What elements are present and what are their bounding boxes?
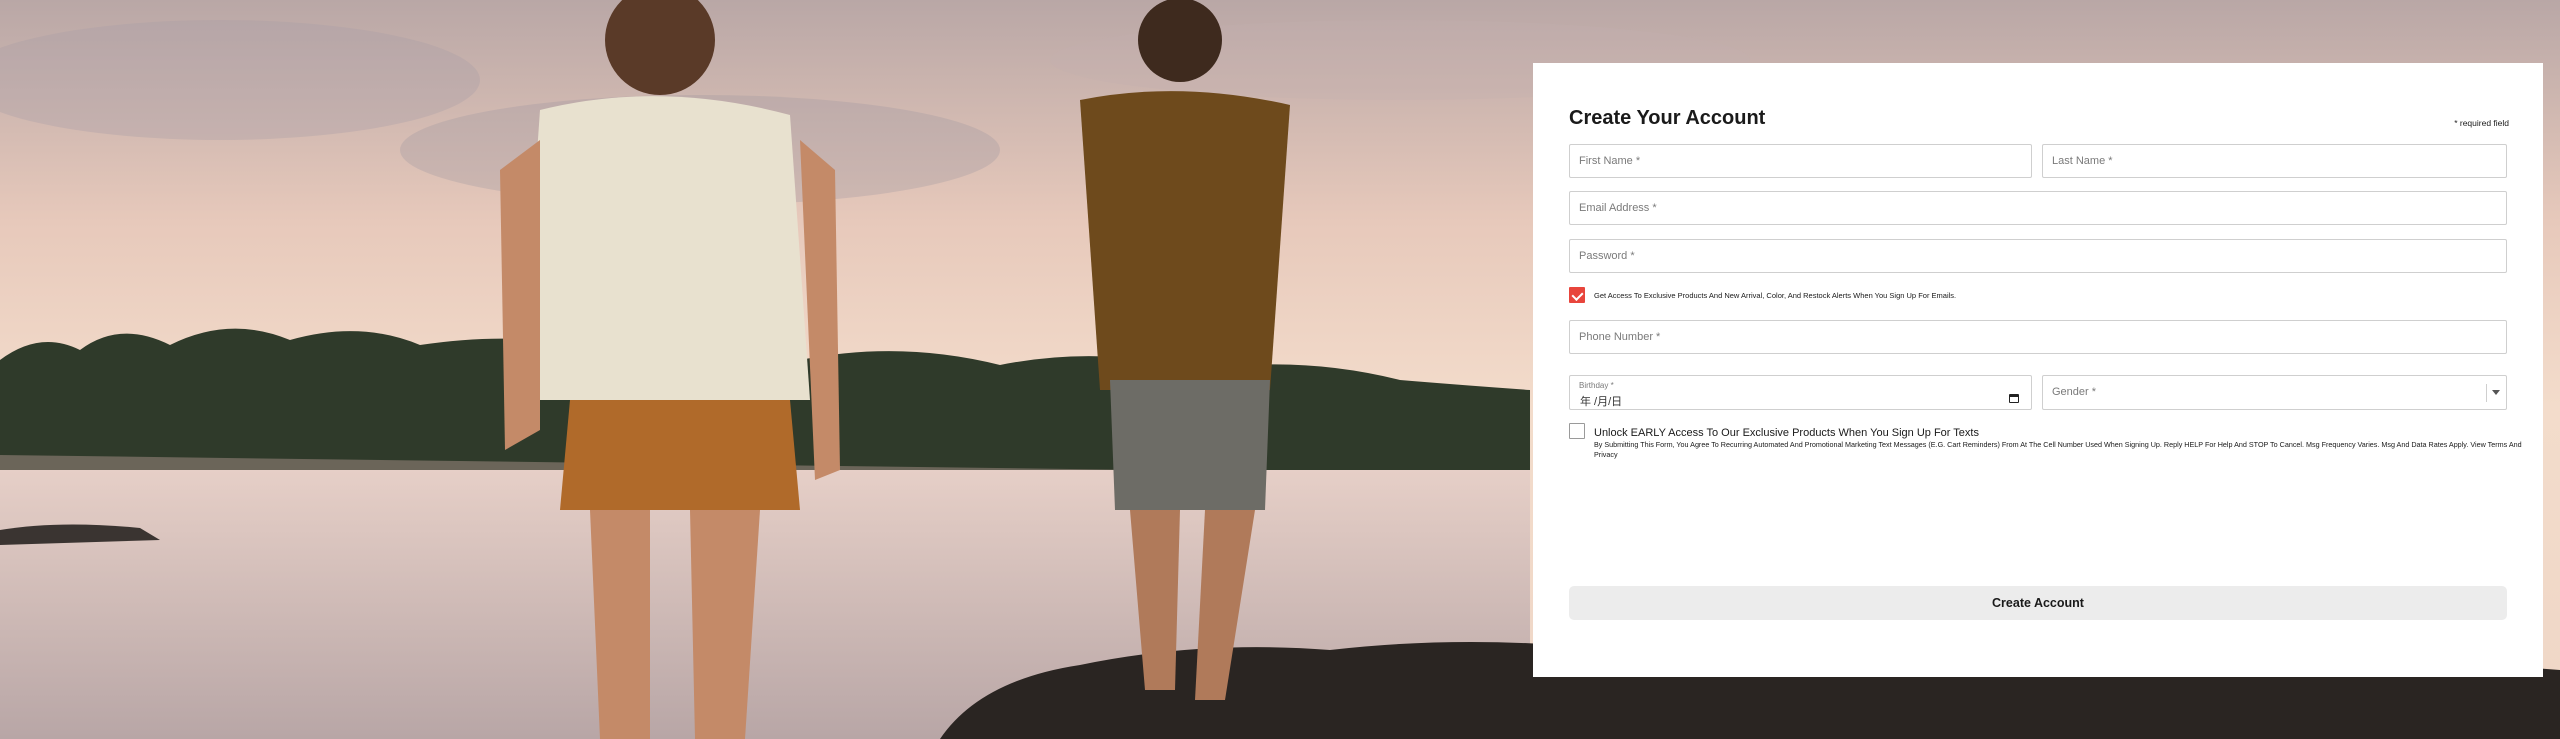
chevron-down-icon[interactable] [2492, 390, 2500, 395]
last-name-field[interactable] [2042, 144, 2507, 178]
select-divider [2486, 384, 2487, 402]
birthday-date-value[interactable]: 年 /月/日 [1580, 393, 1622, 409]
checkmark-icon [1571, 288, 1584, 302]
email-opt-in-label: Get Access To Exclusive Products And New… [1594, 291, 1957, 300]
password-input[interactable] [1579, 240, 2495, 272]
first-name-field[interactable] [1569, 144, 2032, 178]
text-opt-in-label: Unlock EARLY Access To Our Exclusive Pro… [1594, 427, 1979, 439]
text-opt-in-checkbox[interactable] [1569, 423, 1585, 439]
gender-placeholder: Gender * [2052, 386, 2097, 398]
required-field-note: * required field [2454, 118, 2509, 128]
page-title: Create Your Account [1569, 107, 1766, 129]
calendar-icon[interactable] [2009, 394, 2019, 403]
email-input[interactable] [1579, 192, 2495, 224]
password-field[interactable] [1569, 239, 2507, 273]
birthday-field[interactable]: Birthday * 年 /月/日 [1569, 375, 2032, 410]
create-account-panel: Create Your Account * required field Get… [1533, 63, 2543, 677]
first-name-input[interactable] [1579, 145, 2020, 177]
create-account-button[interactable]: Create Account [1569, 586, 2507, 620]
email-field[interactable] [1569, 191, 2507, 225]
phone-input[interactable] [1579, 321, 2495, 353]
gender-select[interactable]: Gender * [2042, 375, 2507, 410]
last-name-input[interactable] [2052, 145, 2495, 177]
birthday-label: Birthday * [1579, 381, 1614, 390]
text-opt-in-legal-text: By Submitting This Form, You Agree To Re… [1594, 440, 2522, 459]
email-opt-in-checkbox[interactable] [1569, 287, 1585, 303]
phone-field[interactable] [1569, 320, 2507, 354]
